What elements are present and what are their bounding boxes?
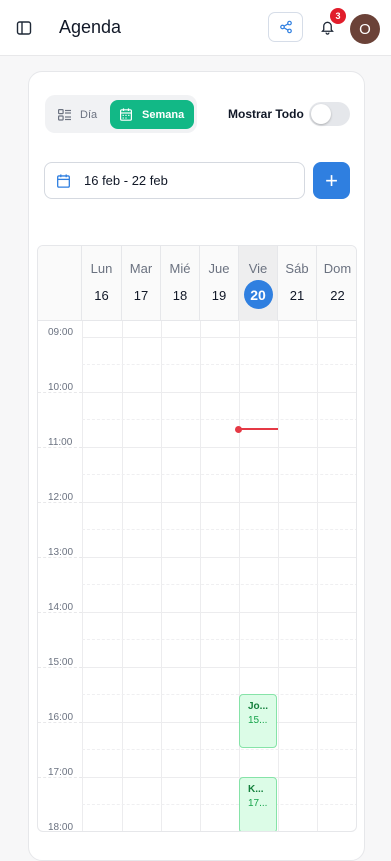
day-header-mar[interactable]: Mar 17	[122, 246, 161, 321]
today-number: 20	[243, 280, 273, 309]
sidebar-toggle-icon[interactable]	[12, 16, 36, 40]
day-number: 17	[133, 288, 149, 303]
week-view-button[interactable]: Semana	[110, 100, 194, 129]
day-header-mie[interactable]: Mié 18	[161, 246, 200, 321]
hour-label: 11:00	[48, 437, 73, 448]
calendar-icon	[57, 173, 70, 188]
hour-line	[82, 337, 356, 338]
current-time-line	[239, 428, 278, 430]
event-time: 15...	[248, 715, 268, 726]
column-divider	[239, 321, 240, 831]
event-time: 17...	[248, 798, 268, 809]
day-number: 19	[211, 288, 227, 303]
show-all-switch[interactable]	[309, 102, 350, 126]
day-header-vie[interactable]: Vie 20	[239, 246, 278, 321]
column-divider	[82, 321, 83, 831]
day-name: Jue	[208, 261, 230, 276]
day-name: Dom	[323, 261, 352, 276]
hour-line	[82, 612, 356, 613]
week-calendar: Lun 16 Mar 17 Mié 18 Jue 19 Vie 20 Sáb 2…	[37, 245, 357, 832]
event-card[interactable]: Jo... 15...	[239, 694, 277, 748]
half-hour-line	[82, 804, 356, 805]
calendar-icon	[120, 108, 132, 121]
column-divider	[122, 321, 123, 831]
hour-label: 14:00	[48, 602, 74, 613]
hour-label: 10:00	[48, 382, 74, 393]
page-title: Agenda	[59, 17, 122, 37]
list-icon	[58, 109, 71, 121]
day-name: Mar	[129, 261, 153, 276]
hour-line	[82, 447, 356, 448]
half-hour-line	[82, 694, 356, 695]
event-card[interactable]: K... 17...	[239, 777, 277, 831]
hour-label: 17:00	[48, 767, 74, 778]
date-range-label: 16 feb - 22 feb	[84, 173, 168, 188]
day-header-lun[interactable]: Lun 16	[82, 246, 122, 321]
day-name: Vie	[248, 261, 268, 276]
day-name: Mié	[169, 261, 191, 276]
day-header-sab[interactable]: Sáb 21	[278, 246, 317, 321]
day-number: 18	[172, 288, 188, 303]
avatar[interactable]: O	[350, 14, 380, 44]
hour-label: 15:00	[48, 657, 74, 668]
column-divider	[278, 321, 279, 831]
column-divider	[161, 321, 162, 831]
day-header-dom[interactable]: Dom 22	[317, 246, 356, 321]
calendar-grid[interactable]: 09:00 10:00 11:00 12:00 13:00 14:00 15:0…	[38, 321, 356, 832]
hour-line	[82, 502, 356, 503]
share-icon	[279, 20, 292, 34]
hour-label: 18:00	[48, 822, 74, 832]
hour-line	[82, 722, 356, 723]
hour-line	[82, 667, 356, 668]
time-gutter-header	[38, 246, 82, 321]
event-title: Jo...	[248, 701, 269, 712]
column-divider	[200, 321, 201, 831]
day-number: 21	[289, 288, 305, 303]
day-number: 16	[94, 288, 109, 303]
event-title: K...	[248, 784, 264, 795]
half-hour-line	[82, 639, 356, 640]
day-name: Sáb	[285, 261, 309, 276]
share-button[interactable]	[268, 12, 303, 42]
hour-label: 16:00	[48, 712, 74, 723]
date-range-picker[interactable]: 16 feb - 22 feb	[44, 162, 305, 199]
show-all-label: Mostrar Todo	[228, 107, 304, 121]
half-hour-line	[82, 749, 356, 750]
hour-line	[82, 777, 356, 778]
half-hour-line	[82, 529, 356, 530]
day-view-label: Día	[80, 109, 98, 121]
column-divider	[317, 321, 318, 831]
calendar-header: Lun 16 Mar 17 Mié 18 Jue 19 Vie 20 Sáb 2…	[38, 246, 356, 321]
hour-label: 09:00	[48, 327, 74, 338]
hour-line	[82, 557, 356, 558]
half-hour-line	[82, 364, 356, 365]
plus-icon: +	[325, 167, 338, 193]
day-number: 22	[330, 288, 345, 303]
switch-knob	[311, 104, 331, 124]
add-event-button[interactable]: +	[313, 162, 350, 199]
half-hour-line	[82, 419, 356, 420]
day-name: Lun	[90, 261, 113, 276]
hour-line	[82, 392, 356, 393]
hour-label: 13:00	[48, 547, 74, 558]
day-view-button[interactable]: Día	[54, 101, 110, 129]
hour-label: 12:00	[48, 492, 74, 503]
half-hour-line	[82, 584, 356, 585]
notification-badge: 3	[330, 8, 346, 24]
week-view-label: Semana	[142, 108, 185, 121]
day-header-jue[interactable]: Jue 19	[200, 246, 239, 321]
half-hour-line	[82, 474, 356, 475]
